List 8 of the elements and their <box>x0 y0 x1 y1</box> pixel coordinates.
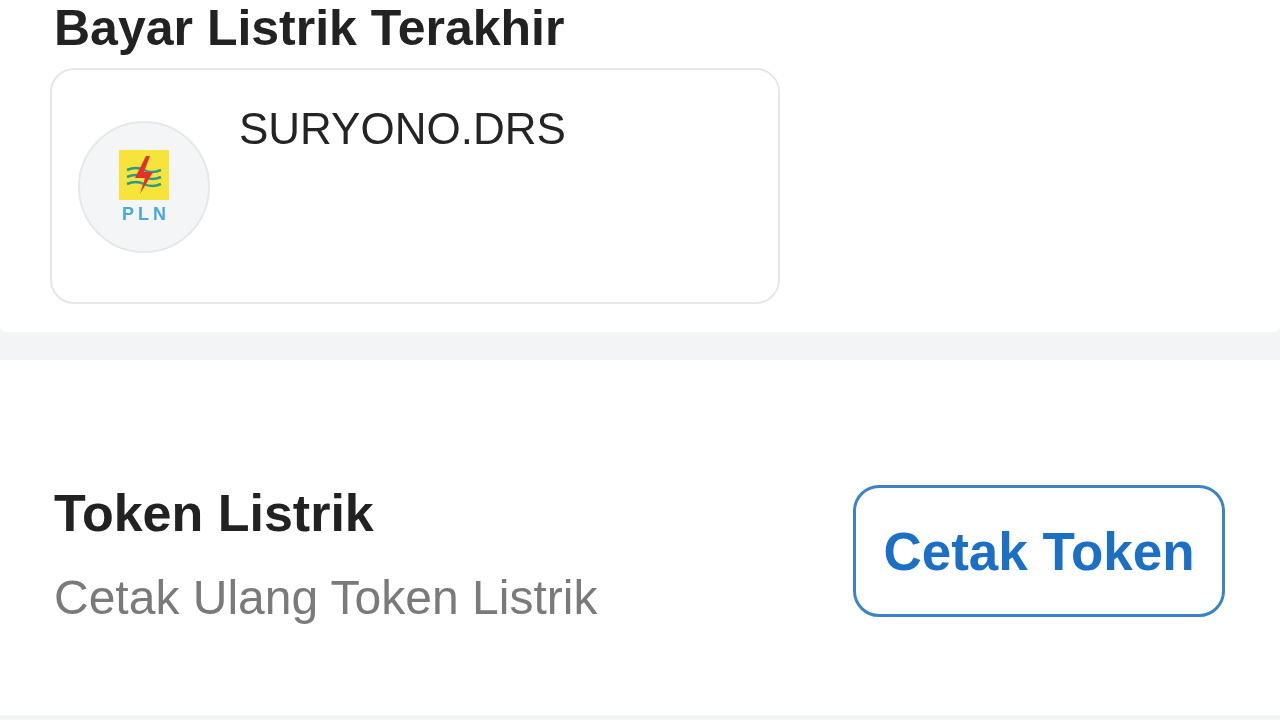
customer-card[interactable]: PLN SURYONO.DRS <box>50 68 780 304</box>
lightning-icon <box>119 150 169 200</box>
customer-name: SURYONO.DRS <box>239 104 566 154</box>
section-title: Bayar Listrik Terakhir <box>54 0 565 56</box>
token-subtitle: Cetak Ulang Token Listrik <box>54 571 598 625</box>
print-token-button[interactable]: Cetak Token <box>853 485 1225 617</box>
token-title: Token Listrik <box>54 484 374 542</box>
logo-text: PLN <box>121 204 170 224</box>
